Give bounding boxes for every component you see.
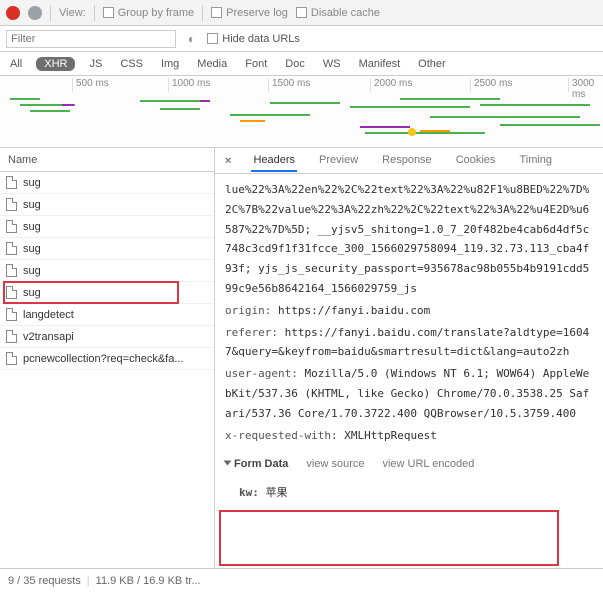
network-timeline[interactable]: 500 ms 1000 ms 1500 ms 2000 ms 2500 ms 3000 m… [0, 76, 603, 148]
close-icon[interactable]: × [221, 155, 235, 167]
request-name: langdetect [23, 309, 74, 321]
header-line: user-agent: Mozilla/5.0 (Windows NT 6.1;… [225, 364, 593, 423]
file-icon [6, 352, 17, 365]
form-data-kv: kw: 苹果 [239, 483, 593, 503]
detail-tab-response[interactable]: Response [380, 150, 434, 172]
form-data-section-header[interactable]: Form Data view source view URL encoded [225, 455, 593, 475]
type-tab-media[interactable]: Media [193, 56, 231, 72]
request-row[interactable]: v2transapi [0, 326, 214, 348]
request-name: v2transapi [23, 331, 74, 343]
request-name: sug [23, 177, 41, 189]
status-requests: 9 / 35 requests [8, 575, 81, 587]
header-line: referer: https://fanyi.baidu.com/transla… [225, 323, 593, 363]
timeline-tick: 1500 ms [268, 78, 310, 92]
headers-body[interactable]: lue%22%3A%22en%22%2C%22text%22%3A%22%u82… [215, 174, 603, 568]
clear-icon[interactable] [28, 6, 42, 20]
divider [202, 5, 203, 21]
request-row[interactable]: sug [0, 282, 214, 304]
timeline-tick: 3000 ms [568, 78, 603, 92]
hide-data-urls-checkbox[interactable]: Hide data URLs [207, 33, 300, 45]
cookie-continuation: lue%22%3A%22en%22%2C%22text%22%3A%22%u82… [225, 180, 593, 299]
request-name: sug [23, 265, 41, 277]
detail-tab-cookies[interactable]: Cookies [454, 150, 498, 172]
detail-panel: × Headers Preview Response Cookies Timing lu… [215, 148, 603, 568]
header-line: origin: https://fanyi.baidu.com [225, 301, 593, 321]
type-tab-ws[interactable]: WS [319, 56, 345, 72]
detail-tab-preview[interactable]: Preview [317, 150, 360, 172]
request-row[interactable]: sug [0, 260, 214, 282]
file-icon [6, 198, 17, 211]
timeline-tick: 1000 ms [168, 78, 210, 92]
disclosure-triangle-icon [224, 461, 232, 466]
divider [94, 5, 95, 21]
request-list-panel: Name sug sug sug sug sug sug langdetect v2trans… [0, 148, 215, 568]
file-icon [6, 308, 17, 321]
request-row[interactable]: sug [0, 238, 214, 260]
detail-tab-timing[interactable]: Timing [517, 150, 554, 172]
type-tab-all[interactable]: All [6, 56, 26, 72]
file-icon [6, 176, 17, 189]
filter-regex-icon[interactable]: ◐ [188, 32, 195, 46]
name-column-header[interactable]: Name [0, 148, 214, 172]
request-name: pcnewcollection?req=check&fa... [23, 353, 184, 365]
detail-tabs: × Headers Preview Response Cookies Timing [215, 148, 603, 174]
filter-input[interactable] [6, 30, 176, 48]
request-row[interactable]: sug [0, 172, 214, 194]
detail-tab-headers[interactable]: Headers [251, 150, 297, 172]
timeline-tick: 2500 ms [470, 78, 512, 92]
preserve-log-checkbox[interactable]: Preserve log [211, 7, 288, 19]
view-label: View: [59, 7, 86, 19]
status-bar: 9 / 35 requests | 11.9 KB / 16.9 KB tr..… [0, 568, 603, 592]
main-panel: Name sug sug sug sug sug sug langdetect v2trans… [0, 148, 603, 568]
record-icon[interactable] [6, 6, 20, 20]
request-name: sug [23, 221, 41, 233]
type-tab-js[interactable]: JS [85, 56, 106, 72]
view-url-encoded-link[interactable]: view URL encoded [382, 455, 474, 475]
type-tab-css[interactable]: CSS [116, 56, 147, 72]
request-row[interactable]: langdetect [0, 304, 214, 326]
file-icon [6, 220, 17, 233]
type-tab-manifest[interactable]: Manifest [355, 56, 405, 72]
timeline-tick: 500 ms [72, 78, 109, 92]
request-name: sug [23, 199, 41, 211]
divider [50, 5, 51, 21]
type-tab-font[interactable]: Font [241, 56, 271, 72]
request-row[interactable]: sug [0, 194, 214, 216]
request-list[interactable]: sug sug sug sug sug sug langdetect v2transapi pc… [0, 172, 214, 568]
type-tab-doc[interactable]: Doc [281, 56, 309, 72]
resource-type-tabs: All XHR JS CSS Img Media Font Doc WS Manifest Othe… [0, 52, 603, 76]
view-source-link[interactable]: view source [306, 455, 364, 475]
file-icon [6, 264, 17, 277]
type-tab-img[interactable]: Img [157, 56, 183, 72]
disable-cache-checkbox[interactable]: Disable cache [296, 7, 380, 19]
file-icon [6, 330, 17, 343]
header-line: x-requested-with: XMLHttpRequest [225, 426, 593, 446]
file-icon [6, 286, 17, 299]
type-tab-other[interactable]: Other [414, 56, 450, 72]
timeline-tick: 2000 ms [370, 78, 412, 92]
filter-row: ◐ Hide data URLs [0, 26, 603, 52]
status-transferred: 11.9 KB / 16.9 KB tr... [96, 575, 201, 587]
file-icon [6, 242, 17, 255]
timeline-bars [0, 96, 603, 147]
devtools-toolbar: View: Group by frame Preserve log Disabl… [0, 0, 603, 26]
request-row[interactable]: pcnewcollection?req=check&fa... [0, 348, 214, 370]
type-tab-xhr[interactable]: XHR [36, 57, 75, 71]
group-by-frame-checkbox[interactable]: Group by frame [103, 7, 194, 19]
request-name: sug [23, 243, 41, 255]
request-row[interactable]: sug [0, 216, 214, 238]
request-name: sug [23, 287, 41, 299]
